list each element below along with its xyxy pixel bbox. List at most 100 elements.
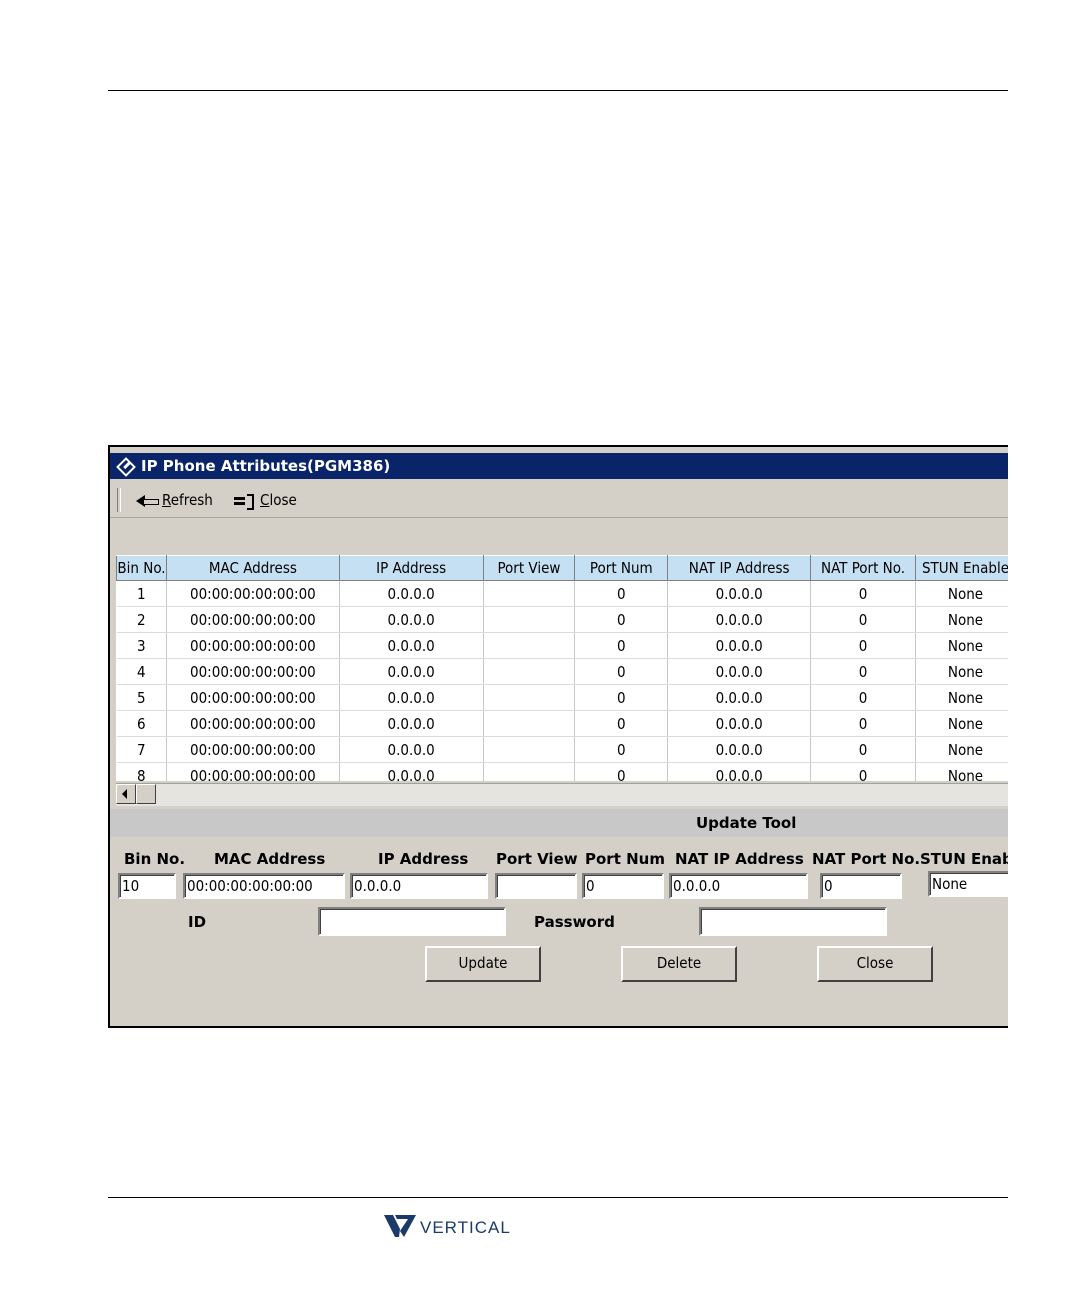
table-cell: None — [915, 736, 1008, 763]
password-input[interactable] — [699, 907, 887, 936]
table-cell: 0 — [810, 736, 916, 763]
table-cell — [483, 736, 576, 763]
table-cell: 0.0.0.0 — [339, 762, 484, 781]
table-cell: 0.0.0.0 — [667, 736, 812, 763]
mac-address-input[interactable]: 00:00:00:00:00:00 — [183, 873, 345, 899]
column-header[interactable]: MAC Address — [165, 555, 340, 581]
port-num-input[interactable]: 0 — [582, 873, 664, 899]
horizontal-scrollbar[interactable] — [116, 783, 1008, 806]
table-cell: 3 — [116, 632, 167, 659]
refresh-button[interactable]: Refresh — [136, 490, 213, 510]
scroll-thumb[interactable] — [136, 784, 156, 804]
phone-attributes-grid: Bin No. MAC Address IP Address Port View Por… — [116, 555, 1008, 781]
port-num-label: Port Num — [585, 850, 665, 868]
table-cell — [483, 580, 576, 607]
table-cell: None — [915, 580, 1008, 607]
header-rule — [108, 90, 1008, 91]
table-cell: 0 — [574, 684, 669, 711]
port-view-label: Port View — [496, 850, 578, 868]
toolbar: Refresh Close — [110, 483, 1008, 518]
window-title: IP Phone Attributes(PGM386) — [141, 457, 391, 475]
table-row[interactable]: 3 00:00:00:00:00:00 0.0.0.0 0 0.0.0.0 0 None — [116, 632, 1008, 659]
table-cell: 00:00:00:00:00:00 — [166, 710, 340, 737]
title-bar[interactable]: IP Phone Attributes(PGM386) — [110, 453, 1008, 479]
table-cell: None — [915, 710, 1008, 737]
table-cell: 0 — [810, 606, 916, 633]
close-button[interactable]: Close — [817, 946, 933, 982]
table-cell: 2 — [116, 606, 167, 633]
column-header[interactable]: Port View — [482, 555, 576, 581]
column-header[interactable]: NAT IP Address — [667, 555, 812, 581]
exit-icon — [234, 493, 256, 510]
stun-enable-label: STUN Enable — [920, 850, 1008, 868]
table-cell: 0.0.0.0 — [667, 684, 812, 711]
logo-text: VERTICAL — [420, 1218, 511, 1237]
table-cell: 6 — [116, 710, 167, 737]
table-cell: 0 — [574, 710, 669, 737]
table-cell: 4 — [116, 658, 167, 685]
ip-phone-attributes-window: IP Phone Attributes(PGM386) Refresh Clos… — [108, 445, 1008, 1028]
table-cell: 0 — [574, 762, 669, 781]
table-cell: 00:00:00:00:00:00 — [166, 606, 340, 633]
table-row[interactable]: 6 00:00:00:00:00:00 0.0.0.0 0 0.0.0.0 0 None — [116, 710, 1008, 737]
table-cell: 0 — [574, 736, 669, 763]
ip-address-input[interactable]: 0.0.0.0 — [350, 873, 488, 899]
stun-enable-select[interactable]: None — [928, 871, 1008, 897]
table-cell: None — [915, 606, 1008, 633]
bin-no-input[interactable]: 10 — [118, 873, 176, 899]
table-cell: 7 — [116, 736, 167, 763]
table-row[interactable]: 7 00:00:00:00:00:00 0.0.0.0 0 0.0.0.0 0 None — [116, 736, 1008, 763]
nat-ip-address-label: NAT IP Address — [675, 850, 804, 868]
id-input[interactable] — [318, 907, 506, 936]
vertical-logo-icon — [384, 1215, 416, 1237]
toolbar-close-button[interactable]: Close — [234, 490, 297, 510]
column-header[interactable]: IP Address — [338, 555, 484, 581]
refresh-icon — [136, 494, 159, 508]
table-cell: 8 — [116, 762, 167, 781]
column-header[interactable]: Bin No. — [116, 555, 167, 581]
table-cell: 0.0.0.0 — [339, 658, 484, 685]
update-tool-title: Update Tool — [696, 814, 797, 832]
table-cell: 0.0.0.0 — [667, 710, 812, 737]
table-cell: 1 — [116, 580, 167, 607]
table-cell: 0.0.0.0 — [339, 606, 484, 633]
table-cell — [483, 684, 576, 711]
table-cell: 0 — [810, 710, 916, 737]
table-row[interactable]: 2 00:00:00:00:00:00 0.0.0.0 0 0.0.0.0 0 None — [116, 606, 1008, 633]
table-cell: 00:00:00:00:00:00 — [166, 632, 340, 659]
table-cell: 0 — [810, 580, 916, 607]
refresh-label: efresh — [170, 491, 213, 509]
nat-port-no-label: NAT Port No. — [812, 850, 921, 868]
column-header[interactable]: Port Num — [574, 555, 669, 581]
nat-port-no-input[interactable]: 0 — [820, 873, 902, 899]
column-header[interactable]: NAT Port No. — [810, 555, 916, 581]
table-row[interactable]: 8 00:00:00:00:00:00 0.0.0.0 0 0.0.0.0 0 None — [116, 762, 1008, 781]
table-row[interactable]: 5 00:00:00:00:00:00 0.0.0.0 0 0.0.0.0 0 None — [116, 684, 1008, 711]
bin-no-label: Bin No. — [124, 850, 186, 868]
nat-ip-address-input[interactable]: 0.0.0.0 — [669, 873, 808, 899]
table-cell: None — [915, 632, 1008, 659]
port-view-input[interactable] — [495, 873, 577, 899]
table-cell: None — [915, 658, 1008, 685]
toolbar-grip[interactable] — [117, 488, 121, 512]
table-cell: None — [915, 762, 1008, 781]
update-button[interactable]: Update — [425, 946, 541, 982]
table-cell: 0.0.0.0 — [339, 710, 484, 737]
table-cell: 0 — [810, 658, 916, 685]
table-cell: 0.0.0.0 — [339, 632, 484, 659]
password-label: Password — [534, 913, 615, 931]
table-cell: 0 — [810, 762, 916, 781]
delete-button[interactable]: Delete — [621, 946, 737, 982]
refresh-hotkey: R — [162, 491, 171, 509]
table-row[interactable]: 1 00:00:00:00:00:00 0.0.0.0 0 0.0.0.0 0 None — [116, 580, 1008, 607]
table-cell: 00:00:00:00:00:00 — [166, 658, 340, 685]
table-row[interactable]: 4 00:00:00:00:00:00 0.0.0.0 0 0.0.0.0 0 None — [116, 658, 1008, 685]
table-cell: 0.0.0.0 — [667, 658, 812, 685]
table-cell: 0 — [810, 684, 916, 711]
scroll-left-icon[interactable] — [116, 784, 136, 804]
table-cell: 0.0.0.0 — [667, 606, 812, 633]
table-cell: 0.0.0.0 — [339, 580, 484, 607]
table-cell: 0 — [574, 632, 669, 659]
column-header[interactable]: STUN Enable — [914, 555, 1008, 581]
table-cell: 0.0.0.0 — [667, 580, 812, 607]
